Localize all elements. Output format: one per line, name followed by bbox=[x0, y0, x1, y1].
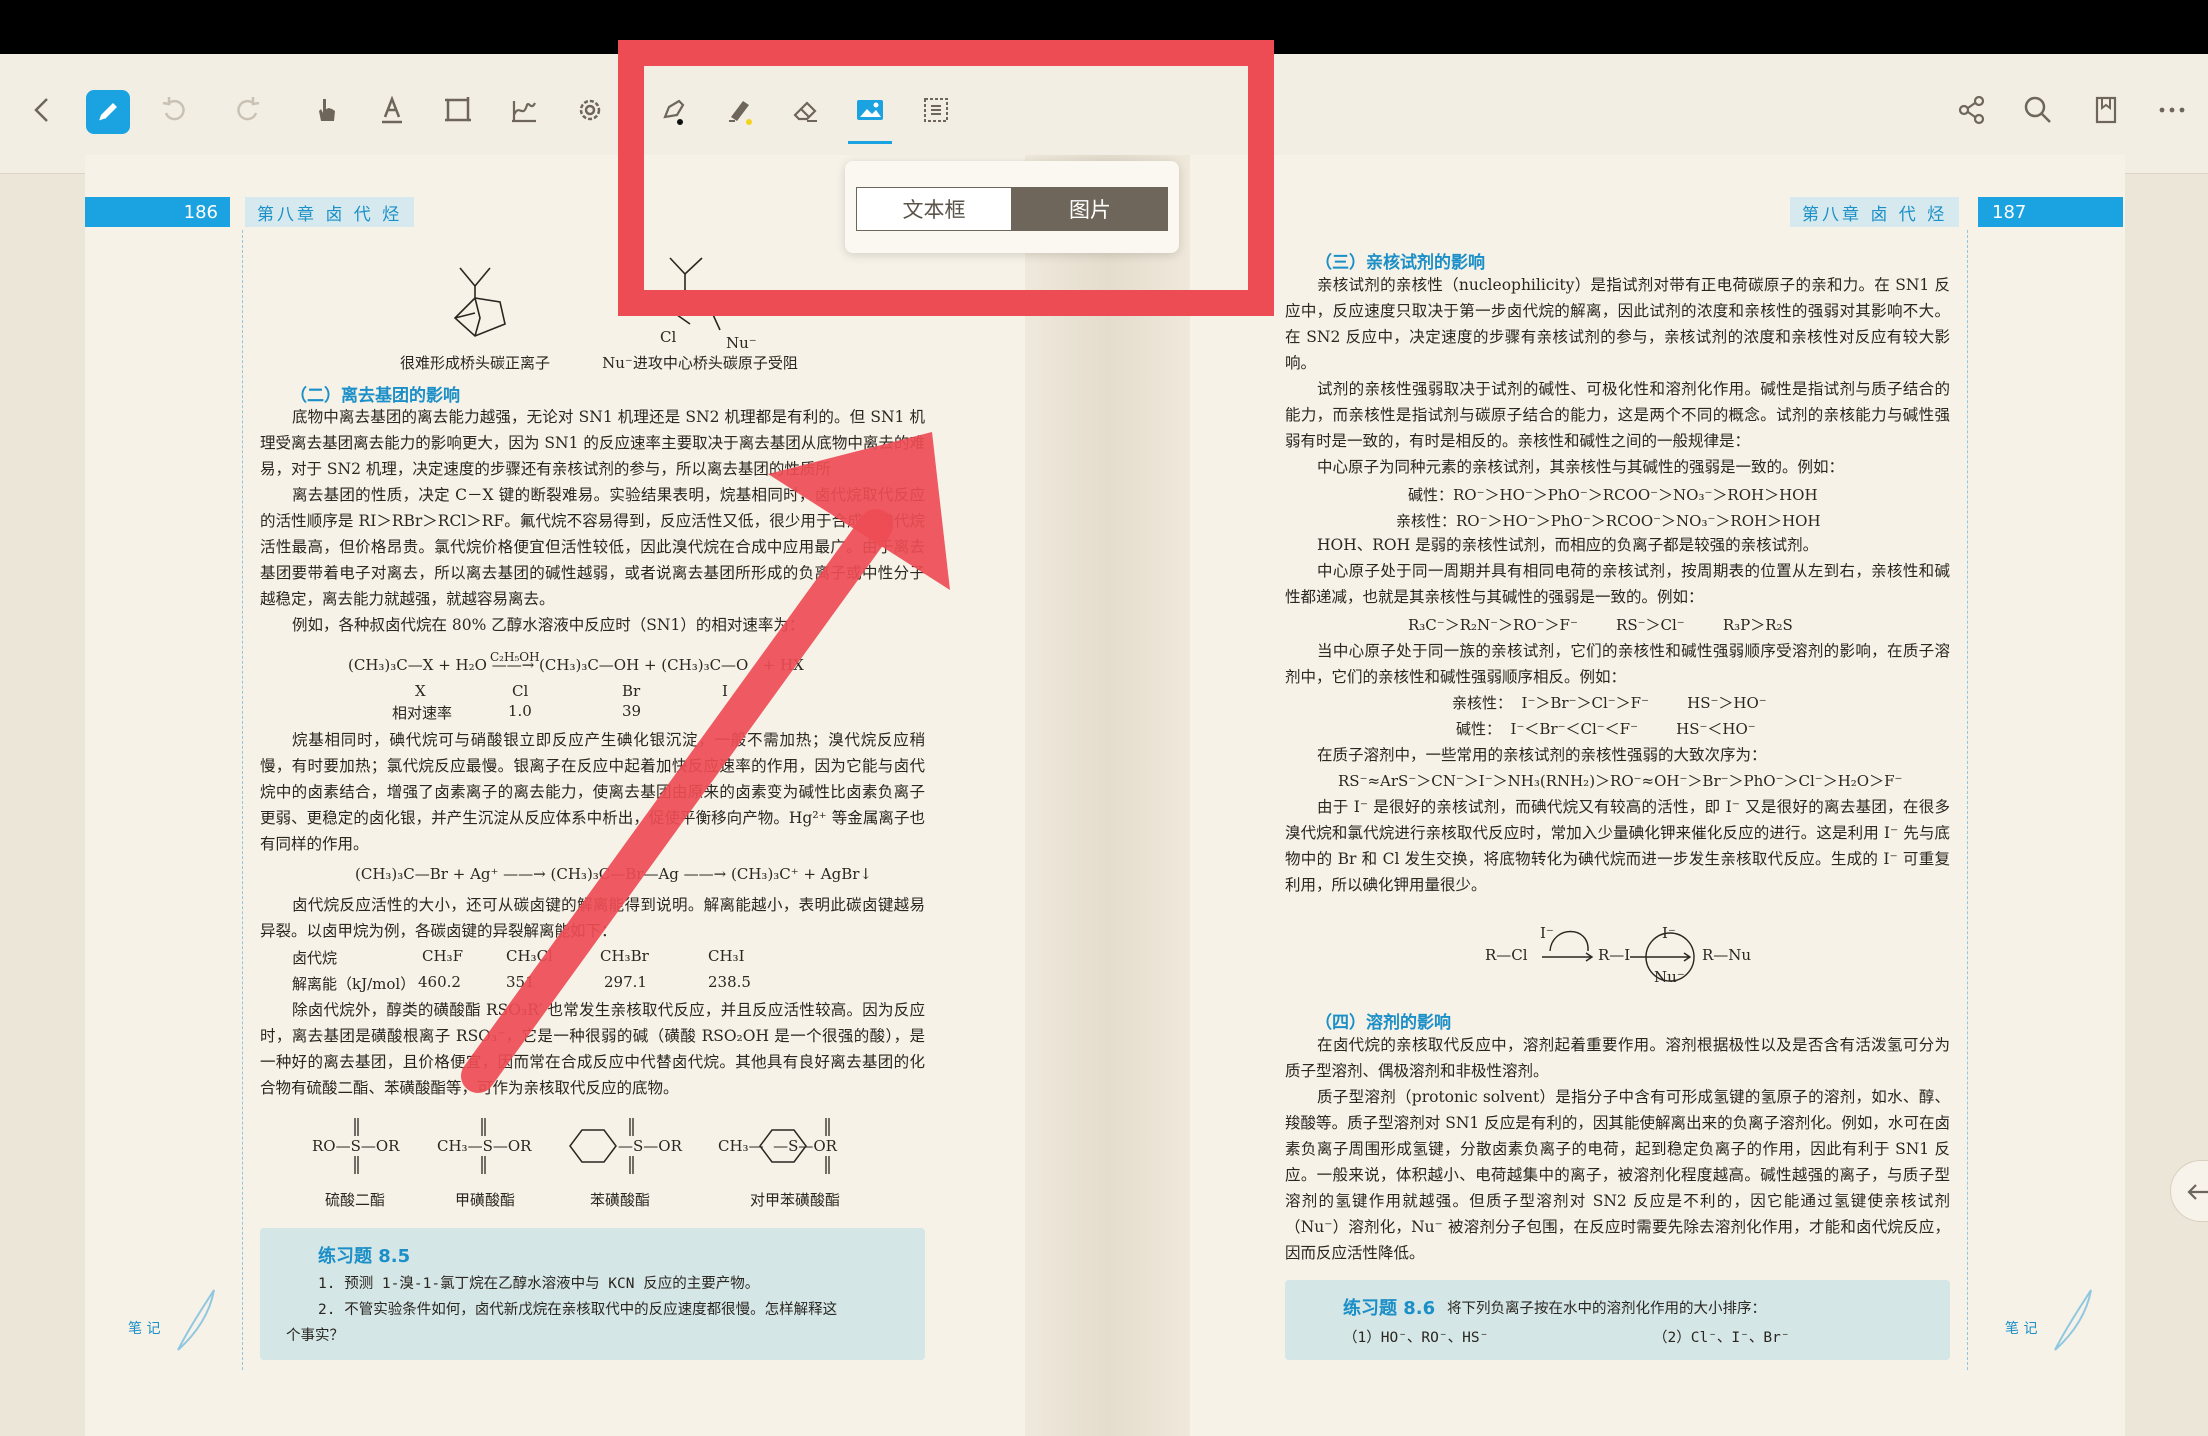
hand-icon[interactable] bbox=[302, 86, 350, 134]
cl-label: Cl bbox=[660, 328, 677, 346]
reaction-equation: (CH₃)₃C—X + H₂O ——→ (CH₃)₃C—OH + (CH₃)₃C… bbox=[348, 656, 804, 674]
section-heading: （三）亲核试剂的影响 bbox=[1315, 253, 1485, 273]
structure-label: 对甲苯磺酸酯 bbox=[749, 1191, 840, 1209]
paragraph: 烷基相同时，碘代烷可与硝酸银立即反应产生碘化银沉淀，一般不需加热；溴代烷反应稍慢… bbox=[260, 731, 925, 853]
bde-value: 238.5 bbox=[708, 973, 751, 991]
bde-header: CH₃F bbox=[422, 947, 463, 965]
search-icon[interactable] bbox=[2014, 86, 2062, 134]
order-formula: 亲核性：RO⁻＞HO⁻＞PhO⁻＞RCOO⁻＞NO₃⁻＞ROH＞HOH bbox=[1396, 512, 1821, 530]
paragraph: 当中心原子处于同一族的亲核试剂，它们的亲核性和碱性强弱顺序受溶剂的影响，在质子溶… bbox=[1285, 642, 1950, 686]
exercise-prompt: 将下列负离子按在水中的溶剂化作用的大小排序： bbox=[1447, 1301, 1766, 1317]
paragraph: 亲核试剂的亲核性（nucleophilicity）是指试剂对带有正电荷碳原子的亲… bbox=[1285, 276, 1950, 372]
caption-2: Nu⁻进攻中心桥头碳原子受阻 bbox=[602, 354, 798, 372]
scheme-part: I⁻ bbox=[1540, 924, 1554, 942]
share-icon[interactable] bbox=[1948, 86, 1996, 134]
margin-line bbox=[1967, 230, 1968, 1370]
order-formula: 碱性： I⁻＜Br⁻＜Cl⁻＜F⁻ HS⁻＜HO⁻ bbox=[1456, 720, 1756, 738]
order-formula: RS⁻≈ArS⁻＞CN⁻＞I⁻＞NH₃(RNH₂)＞RO⁻≈OH⁻＞Br⁻＞Ph… bbox=[1338, 772, 1903, 790]
section-heading: （二）离去基团的影响 bbox=[290, 386, 460, 406]
page-number: 187 bbox=[1978, 197, 2123, 227]
scheme-part: I⁻ bbox=[1662, 924, 1676, 942]
undo-icon[interactable] bbox=[150, 86, 198, 134]
text-underline-icon[interactable] bbox=[368, 86, 416, 134]
rate-cl: Cl bbox=[512, 682, 529, 700]
exercise-title: 练习题 8.6 bbox=[1343, 1298, 1436, 1319]
bde-value: 297.1 bbox=[604, 973, 647, 991]
exercise-box: 练习题 8.5 1. 预测 1-溴-1-氯丁烷在乙醇水溶液中与 KCN 反应的主… bbox=[260, 1228, 925, 1360]
scheme-part: R—Cl bbox=[1485, 946, 1528, 964]
rate-br: Br bbox=[622, 682, 641, 700]
redo-icon[interactable] bbox=[224, 86, 272, 134]
feather-icon bbox=[2054, 1289, 2092, 1351]
paragraph: HOH、ROH 是弱的亲核性试剂，而相应的负离子都是较强的亲核试剂。 bbox=[1317, 536, 1819, 554]
margin-line bbox=[242, 230, 243, 1370]
feather-icon bbox=[177, 1289, 215, 1351]
bde-header: CH₃Cl bbox=[506, 947, 553, 965]
structure-label: 苯磺酸酯 bbox=[589, 1191, 650, 1209]
bde-label: 解离能（kJ/mol） bbox=[292, 975, 416, 993]
back-chevron-icon[interactable] bbox=[18, 86, 66, 134]
paragraph: 试剂的亲核性强弱取决于试剂的碱性、可极化性和溶剂化作用。碱性是指试剂与质子结合的… bbox=[1285, 380, 1950, 450]
bde-header: 卤代烷 bbox=[292, 949, 338, 967]
scheme-part: R—Nu bbox=[1702, 946, 1752, 964]
exercise-item: （1）HO⁻、RO⁻、HS⁻ bbox=[1343, 1330, 1489, 1346]
bicyclic-structure bbox=[453, 267, 506, 337]
paragraph: 离去基团的性质，决定 C－X 键的断裂难易。实验结果表明，烷基相同时，卤代烷取代… bbox=[260, 486, 925, 608]
rate-x: X bbox=[415, 682, 426, 700]
nu-label: Nu⁻ bbox=[726, 334, 757, 352]
settings-icon[interactable] bbox=[566, 86, 614, 134]
rate-i: I bbox=[722, 682, 728, 700]
chapter-header: 第八章 卤 代 烃 bbox=[245, 197, 415, 227]
reaction-equation: (CH₃)₃C—Br + Ag⁺ ——→ (CH₃)₃C—Br—Ag ——→ (… bbox=[355, 865, 873, 883]
exercise-box: 练习题 8.6 将下列负离子按在水中的溶剂化作用的大小排序： （1）HO⁻、RO… bbox=[1285, 1280, 1950, 1360]
more-icon[interactable] bbox=[2148, 86, 2196, 134]
structure-formula: CH₃— —S—OR bbox=[718, 1137, 837, 1155]
exercise-title: 练习题 8.5 bbox=[318, 1246, 411, 1267]
exercise-line: 2. 不管实验条件如何，卤代新戊烷在亲核取代中的反应速度都很慢。怎样解释这 bbox=[318, 1302, 838, 1318]
paragraph: 底物中离去基团的离去能力越强，无论对 SN1 机理还是 SN2 机理都是有利的。… bbox=[260, 408, 925, 478]
side-panel-toggle[interactable] bbox=[2170, 1160, 2208, 1222]
highlight-annotation-box bbox=[618, 40, 1274, 316]
notes-label: 笔 记 bbox=[128, 1321, 161, 1337]
order-formula: 亲核性： I⁻＞Br⁻＞Cl⁻＞F⁻ HS⁻＞HO⁻ bbox=[1452, 694, 1767, 712]
structure-formula: RO—S—OR bbox=[312, 1137, 400, 1155]
page-gutter bbox=[1025, 155, 1190, 1436]
paragraph: 例如，各种叔卤代烷在 80% 乙醇水溶液中反应时（SN1）的相对速率为： bbox=[292, 616, 805, 634]
rate-label: 相对速率 bbox=[392, 704, 453, 722]
structure-formula: CH₃—S—OR bbox=[437, 1137, 532, 1155]
bde-value: 460.2 bbox=[418, 973, 461, 991]
paragraph: 在质子溶剂中，一些常用的亲核试剂的亲核性强弱的大致次序为： bbox=[1317, 746, 1767, 764]
rate-value: 1.0 bbox=[508, 702, 532, 720]
bde-value: 351 bbox=[506, 973, 535, 991]
paragraph: 中心原子为同种元素的亲核试剂，其亲核性与其碱性的强弱是一致的。例如： bbox=[1317, 458, 1845, 476]
structure-formula: —S—OR bbox=[618, 1137, 682, 1155]
bde-header: CH₃I bbox=[708, 947, 745, 965]
signature-icon[interactable] bbox=[500, 86, 548, 134]
paragraph: 除卤代烷外，醇类的磺酸酯 RSO₃R′ 也常发生亲核取代反应，并且反应活性较高。… bbox=[260, 1001, 925, 1097]
paragraph: 卤代烷反应活性的大小，还可从碳卤键的解离能得到说明。解离能越小，表明此碳卤键越易… bbox=[260, 896, 925, 940]
section-heading: （四）溶剂的影响 bbox=[1315, 1013, 1451, 1033]
page-number: 186 bbox=[85, 197, 230, 227]
exercise-line: 个事实？ bbox=[286, 1328, 344, 1344]
rate-value: 39 bbox=[622, 702, 642, 720]
exercise-item: （2）Cl⁻、I⁻、Br⁻ bbox=[1653, 1330, 1790, 1346]
structure-label: 硫酸二酯 bbox=[324, 1191, 385, 1209]
chapter-header: 第八章 卤 代 烃 bbox=[1790, 197, 1960, 227]
structure-label: 甲磺酸酯 bbox=[454, 1191, 515, 1209]
bde-header: CH₃Br bbox=[600, 947, 649, 965]
paragraph: 质子型溶剂（protonic solvent）是指分子中含有可形成氢键的氢原子的… bbox=[1285, 1088, 1950, 1262]
crop-icon[interactable] bbox=[434, 86, 482, 134]
order-formula: R₃C⁻＞R₂N⁻＞RO⁻＞F⁻ RS⁻＞Cl⁻ R₃P＞R₂S bbox=[1408, 616, 1793, 634]
paragraph: 中心原子处于同一周期并具有相同电荷的亲核试剂，按周期表的位置从左到右，亲核性和碱… bbox=[1285, 562, 1950, 606]
caption-1: 很难形成桥头碳正离子 bbox=[399, 354, 550, 372]
bookmark-icon[interactable] bbox=[2082, 86, 2130, 134]
paragraph: 在卤代烷的亲核取代反应中，溶剂起着重要作用。溶剂根据极性以及是否含有活泼氢可分为… bbox=[1285, 1036, 1950, 1080]
exercise-line: 1. 预测 1-溴-1-氯丁烷在乙醇水溶液中与 KCN 反应的主要产物。 bbox=[318, 1276, 760, 1292]
order-formula: 碱性：RO⁻＞HO⁻＞PhO⁻＞RCOO⁻＞NO₃⁻＞ROH＞HOH bbox=[1408, 486, 1818, 504]
notes-label: 笔 记 bbox=[2005, 1321, 2038, 1337]
scheme-part: R—I bbox=[1598, 946, 1631, 964]
scheme-part: Nu⁻ bbox=[1654, 968, 1685, 986]
paragraph: 由于 I⁻ 是很好的亲核试剂，而碘代烷又有较高的活性，即 I⁻ 又是很好的离去基… bbox=[1285, 798, 1950, 894]
pen-mode-button[interactable] bbox=[86, 90, 130, 134]
